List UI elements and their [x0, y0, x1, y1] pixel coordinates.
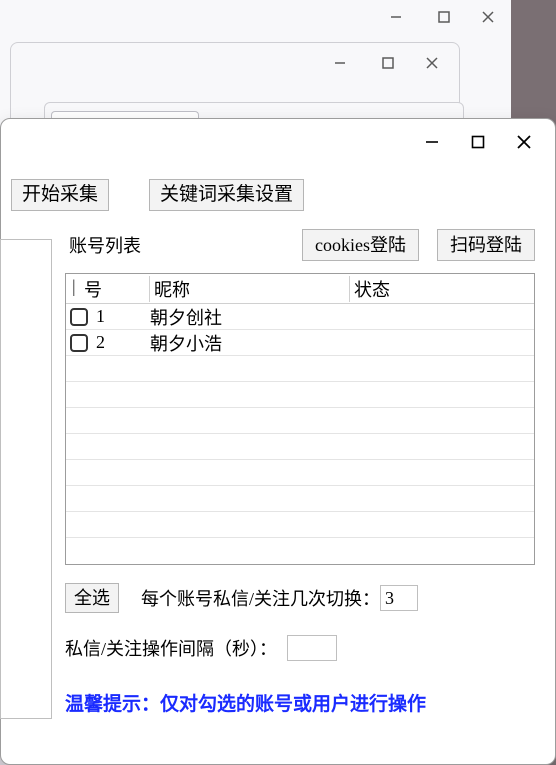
table-row [66, 460, 534, 486]
table-row [66, 434, 534, 460]
hint-text: 温馨提示：仅对勾选的账号或用户进行操作 [45, 689, 535, 716]
cookies-login-button[interactable]: cookies登陆 [302, 229, 419, 261]
maximize-icon[interactable] [365, 43, 411, 83]
row-nick: 朝夕小浩 [150, 330, 350, 356]
col-number[interactable]: 号 [66, 276, 150, 302]
interval-label: 私信/关注操作间隔（秒）： [65, 635, 277, 661]
switch-count-input[interactable] [380, 585, 418, 611]
row-num: 1 [96, 306, 105, 327]
table-row [66, 408, 534, 434]
select-all-button[interactable]: 全选 [65, 583, 119, 613]
row-checkbox[interactable] [70, 334, 88, 352]
maximize-icon[interactable] [421, 0, 467, 37]
minimize-button[interactable] [409, 122, 455, 162]
minimize-icon[interactable] [317, 43, 363, 83]
keyword-settings-button[interactable]: 关键词采集设置 [149, 179, 304, 211]
table-row [66, 512, 534, 538]
close-icon[interactable] [465, 0, 511, 37]
account-table: 号 昵称 状态 1 朝夕创社 2 朝夕小浩 [65, 273, 535, 565]
table-row [66, 356, 534, 382]
row-num: 2 [96, 332, 105, 353]
main-window: 开始采集 关键词采集设置 账号列表 cookies登陆 扫码登陆 号 昵称 状态… [0, 118, 556, 765]
switch-label: 每个账号私信/关注几次切换： [141, 585, 380, 611]
row-checkbox[interactable] [70, 308, 88, 326]
start-collect-button[interactable]: 开始采集 [11, 179, 109, 211]
titlebar [1, 119, 555, 165]
table-row [66, 486, 534, 512]
close-icon[interactable] [409, 43, 455, 83]
left-listbox[interactable] [0, 239, 52, 719]
qr-login-button[interactable]: 扫码登陆 [437, 229, 535, 261]
maximize-button[interactable] [455, 122, 501, 162]
table-row[interactable]: 1 朝夕创社 [66, 304, 534, 330]
close-button[interactable] [501, 122, 547, 162]
col-nickname[interactable]: 昵称 [150, 276, 350, 302]
minimize-icon[interactable] [373, 0, 419, 37]
col-status[interactable]: 状态 [350, 276, 534, 302]
table-row[interactable]: 2 朝夕小浩 [66, 330, 534, 356]
account-list-label: 账号列表 [69, 232, 141, 258]
table-row [66, 382, 534, 408]
interval-input[interactable] [287, 635, 337, 661]
row-nick: 朝夕创社 [150, 304, 350, 330]
